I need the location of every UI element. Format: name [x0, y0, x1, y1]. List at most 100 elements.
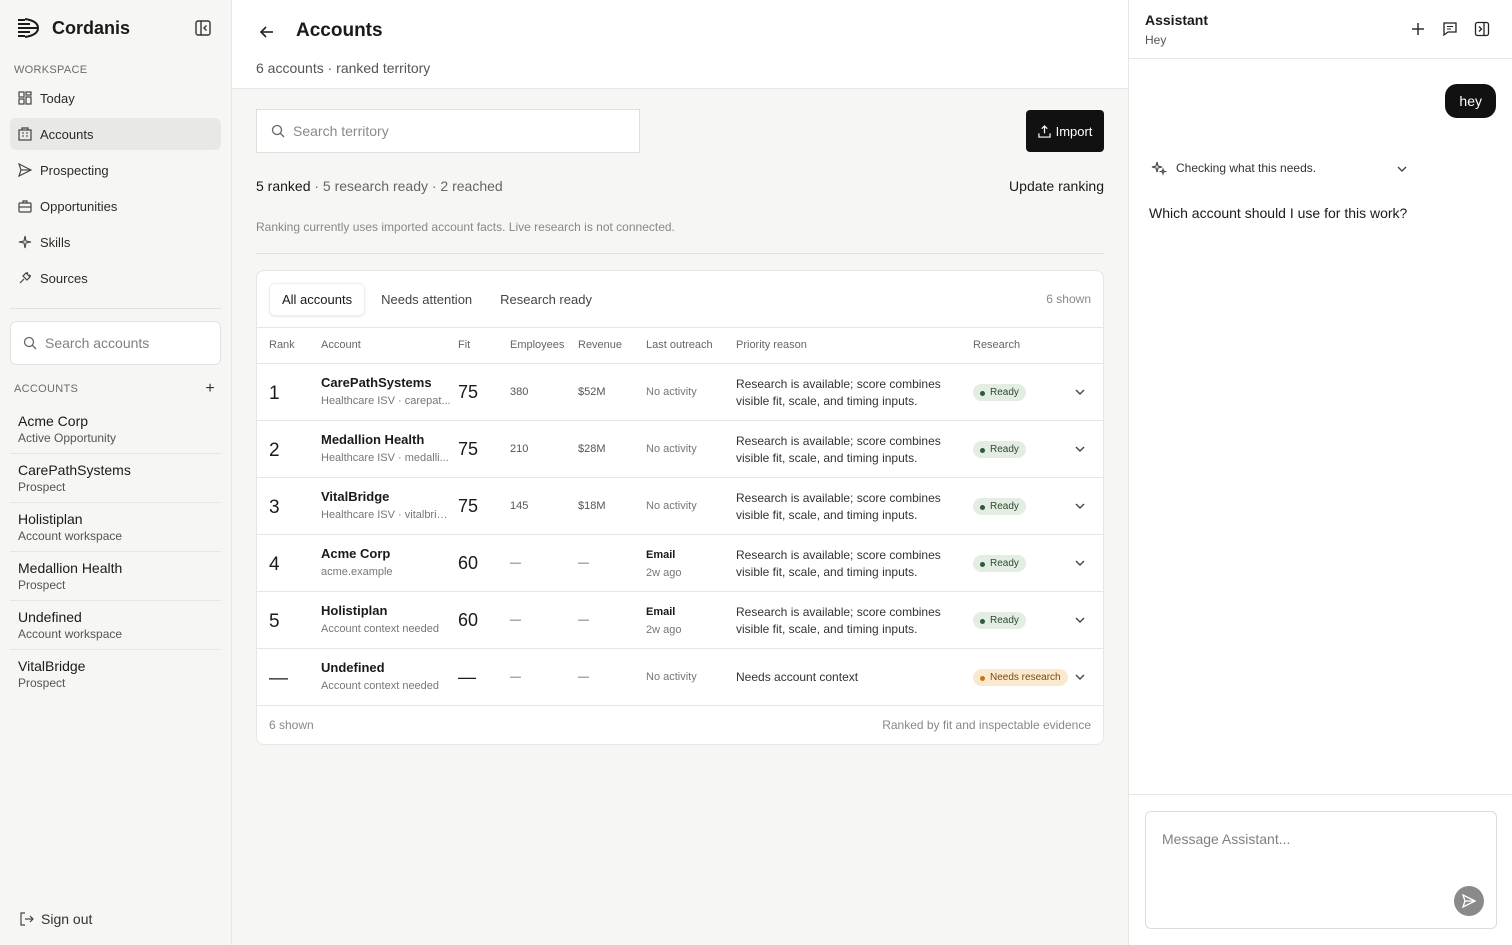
sidebar-item-prospecting[interactable]: Prospecting [10, 154, 221, 186]
back-arrow-icon[interactable] [258, 23, 276, 41]
account-name: Medallion Health [321, 432, 425, 447]
ranked-count: 5 ranked [256, 178, 311, 194]
chevron-down-icon[interactable] [1074, 500, 1086, 512]
fit-score: 60 [458, 610, 479, 630]
account-cell: Acme Corp acme.example [321, 546, 451, 578]
account-meta: Account context needed [321, 680, 440, 692]
footer-shown-count: 6 shown [269, 718, 314, 732]
tab-all-accounts[interactable]: All accounts [269, 282, 366, 316]
sidebar-item-label: Skills [40, 234, 71, 250]
revenue-cell: $18M [578, 500, 606, 512]
sidebar-item-skills[interactable]: Skills [10, 226, 221, 258]
cordanis-logo-icon [18, 18, 40, 38]
chevron-down-icon[interactable] [1074, 386, 1086, 398]
ranking-stats: 5 ranked · 5 research ready · 2 reached … [256, 178, 1104, 194]
sidebar-search-input[interactable]: Search accounts [10, 321, 221, 365]
outreach-type: Email [646, 549, 676, 561]
territory-search-input[interactable]: Search territory [256, 109, 640, 153]
col-employees: Employees [510, 339, 565, 351]
account-name: Acme Corp [321, 546, 391, 561]
last-outreach-cell: Email 2w ago [646, 549, 681, 579]
revenue-cell: $28M [578, 443, 606, 455]
research-status-badge: Ready [973, 498, 1026, 515]
employees-cell: — [510, 557, 521, 569]
account-list-item[interactable]: Medallion Health Prospect [10, 552, 221, 601]
account-cell: Undefined Account context needed [321, 660, 451, 692]
fit-score: — [458, 667, 476, 687]
tab-needs-attention[interactable]: Needs attention [369, 284, 484, 315]
send-button[interactable] [1454, 886, 1484, 916]
employees-cell: — [510, 614, 521, 626]
account-list-item[interactable]: Holistiplan Account workspace [10, 503, 221, 552]
research-status-badge: Ready [973, 612, 1026, 629]
account-cell: VitalBridge Healthcare ISV · vitalbrid..… [321, 489, 451, 521]
section-divider [256, 253, 1104, 254]
accounts-table-card: All accounts Needs attention Research re… [256, 270, 1104, 745]
outreach-type: Email [646, 606, 676, 618]
research-status-badge: Ready [973, 384, 1026, 401]
fit-score: 75 [458, 382, 479, 402]
building-icon [18, 127, 32, 141]
account-list-item[interactable]: Undefined Account workspace [10, 601, 221, 650]
chevron-down-icon[interactable] [1074, 443, 1086, 455]
last-outreach-cell: No activity [646, 671, 697, 683]
sidebar-item-accounts[interactable]: Accounts [10, 118, 221, 150]
col-account: Account [321, 339, 361, 351]
page-subtitle: 6 accounts · ranked territory [256, 60, 431, 76]
priority-reason: Research is available; score combines vi… [736, 491, 941, 522]
rank-cell: — [269, 668, 288, 689]
table-row[interactable]: — Undefined Account context needed — — —… [257, 649, 1103, 706]
account-list-item[interactable]: VitalBridge Prospect [10, 650, 221, 698]
thinking-step[interactable]: Checking what this needs. [1151, 160, 1417, 176]
table-footer: 6 shown Ranked by fit and inspectable ev… [257, 706, 1103, 744]
priority-reason: Research is available; score combines vi… [736, 605, 941, 636]
chevron-down-icon[interactable] [1396, 163, 1408, 175]
assistant-title: Assistant [1145, 12, 1209, 28]
account-list-item[interactable]: Acme Corp Active Opportunity [10, 405, 221, 454]
sidebar-item-label: Today [40, 90, 75, 106]
account-name: CarePathSystems [18, 462, 131, 478]
rank-cell: 2 [269, 440, 280, 461]
table-row[interactable]: 5 Holistiplan Account context needed 60 … [257, 592, 1103, 649]
chevron-down-icon[interactable] [1074, 614, 1086, 626]
table-row[interactable]: 1 CarePathSystems Healthcare ISV · carep… [257, 364, 1103, 421]
account-status: Prospect [18, 578, 66, 592]
new-chat-plus-icon[interactable] [1410, 21, 1426, 37]
table-row[interactable]: 2 Medallion Health Healthcare ISV · meda… [257, 421, 1103, 478]
account-status: Active Opportunity [18, 431, 117, 445]
composer-divider [1129, 794, 1512, 795]
fit-score: 75 [458, 439, 479, 459]
sidebar-collapse-icon[interactable] [194, 19, 212, 37]
account-list: Acme Corp Active Opportunity CarePathSys… [0, 405, 231, 698]
ranking-note: Ranking currently uses imported account … [256, 220, 675, 234]
import-button[interactable]: Import [1026, 110, 1104, 152]
sign-out-label: Sign out [41, 911, 93, 927]
sidebar-item-sources[interactable]: Sources [10, 262, 221, 294]
update-ranking-button[interactable]: Update ranking [1009, 178, 1104, 194]
account-status: Account workspace [18, 627, 123, 641]
account-list-item[interactable]: CarePathSystems Prospect [10, 454, 221, 503]
collapse-panel-icon[interactable] [1474, 21, 1490, 37]
tab-research-ready[interactable]: Research ready [488, 284, 604, 315]
page-title: Accounts [296, 20, 383, 41]
chevron-down-icon[interactable] [1074, 671, 1086, 683]
chat-history-icon[interactable] [1442, 21, 1458, 37]
thinking-label: Checking what this needs. [1176, 161, 1317, 175]
add-account-icon[interactable]: + [205, 381, 215, 397]
message-composer[interactable]: Message Assistant... [1145, 811, 1497, 929]
col-fit: Fit [458, 339, 471, 351]
search-icon [271, 124, 285, 138]
rank-cell: 1 [269, 383, 280, 404]
priority-reason: Research is available; score combines vi… [736, 548, 941, 579]
table-row[interactable]: 4 Acme Corp acme.example 60 — — Email 2w… [257, 535, 1103, 592]
account-name: Medallion Health [18, 560, 123, 576]
briefcase-icon [18, 200, 32, 213]
chevron-down-icon[interactable] [1074, 557, 1086, 569]
composer-placeholder: Message Assistant... [1162, 831, 1291, 847]
sidebar-item-today[interactable]: Today [10, 82, 221, 114]
account-status: Prospect [18, 676, 66, 690]
table-row[interactable]: 3 VitalBridge Healthcare ISV · vitalbrid… [257, 478, 1103, 535]
sidebar-item-opportunities[interactable]: Opportunities [10, 190, 221, 222]
revenue-cell: — [578, 557, 589, 569]
sign-out-button[interactable]: Sign out [20, 911, 92, 927]
